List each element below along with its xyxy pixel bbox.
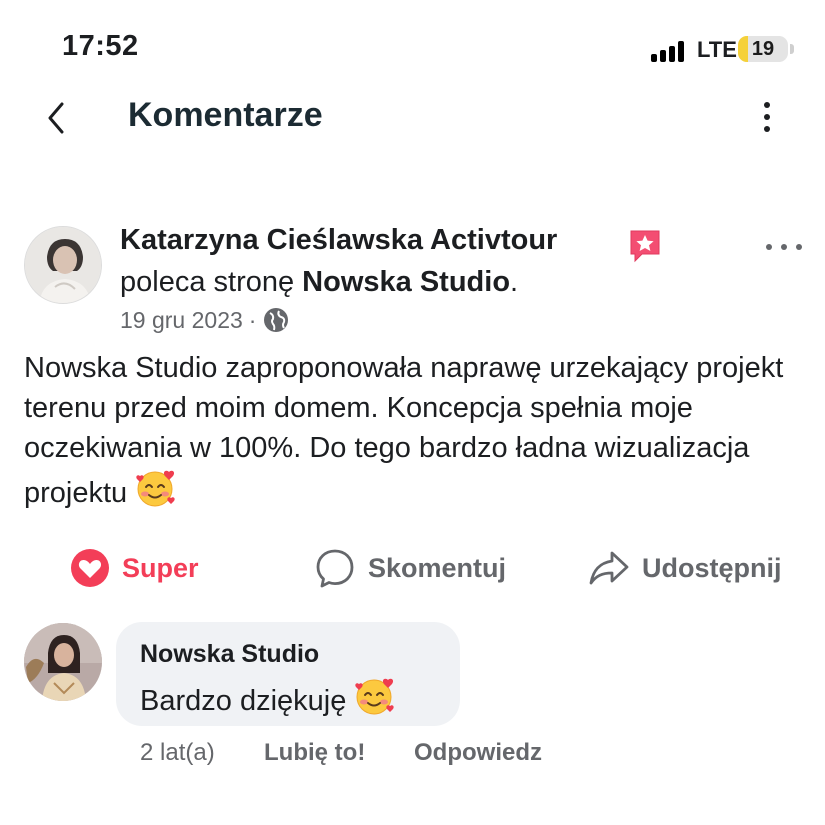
super-label: Super xyxy=(122,552,199,583)
battery-tip xyxy=(790,44,794,54)
more-vertical-icon[interactable] xyxy=(752,98,782,136)
page-name-link[interactable]: Nowska Studio xyxy=(302,266,510,298)
smiling-face-with-hearts-icon xyxy=(136,470,175,507)
share-label: Udostępnij xyxy=(642,552,782,583)
post-meta: 19 gru 2023 · xyxy=(120,306,290,334)
avatar-photo xyxy=(24,623,102,701)
network-label: LTE xyxy=(697,37,737,62)
recommend-prefix: poleca stronę xyxy=(120,266,303,298)
avatar-photo xyxy=(25,227,101,303)
post-body: Nowska Studio zaproponowała naprawę urze… xyxy=(24,348,814,513)
globe-icon xyxy=(264,308,289,332)
comment-like-button[interactable]: Lubię to! xyxy=(264,739,365,767)
back-button[interactable] xyxy=(40,96,80,140)
comment-text: Bardzo dziękuję xyxy=(140,676,396,718)
back-chevron-icon xyxy=(48,102,64,134)
page-title: Komentarze xyxy=(128,96,323,134)
comment-label: Skomentuj xyxy=(368,552,507,583)
signal-icon xyxy=(651,40,691,62)
battery-percent: 19 xyxy=(751,38,775,60)
heart-reaction-icon xyxy=(71,549,109,587)
battery-icon: 19 xyxy=(738,36,788,62)
recommend-suffix: . xyxy=(510,266,519,298)
share-button[interactable]: Udostępnij xyxy=(588,546,782,590)
comment-timestamp[interactable]: 2 lat(a) xyxy=(140,739,215,767)
star-badge-icon xyxy=(628,228,662,264)
more-horizontal-icon[interactable] xyxy=(764,240,804,256)
comment-reply-button[interactable]: Odpowiedz xyxy=(414,739,542,767)
share-arrow-icon xyxy=(589,551,629,585)
recommend-line: poleca stronę Nowska Studio. xyxy=(120,266,518,299)
status-time: 17:52 xyxy=(62,30,139,62)
super-reaction-button[interactable]: Super xyxy=(70,546,199,590)
smiling-face-with-hearts-icon xyxy=(355,678,395,715)
commenter-avatar[interactable] xyxy=(24,623,102,701)
comment-button[interactable]: Skomentuj xyxy=(314,546,506,590)
post-date[interactable]: 19 gru 2023 xyxy=(120,307,243,334)
author-avatar[interactable] xyxy=(24,226,102,304)
comment-bubble-icon xyxy=(316,549,354,588)
comment-text-content: Bardzo dziękuję xyxy=(140,685,347,717)
post-author[interactable]: Katarzyna Cieślawska Activtour xyxy=(120,224,557,257)
comment-author[interactable]: Nowska Studio xyxy=(140,640,319,669)
meta-separator: · xyxy=(248,306,257,333)
